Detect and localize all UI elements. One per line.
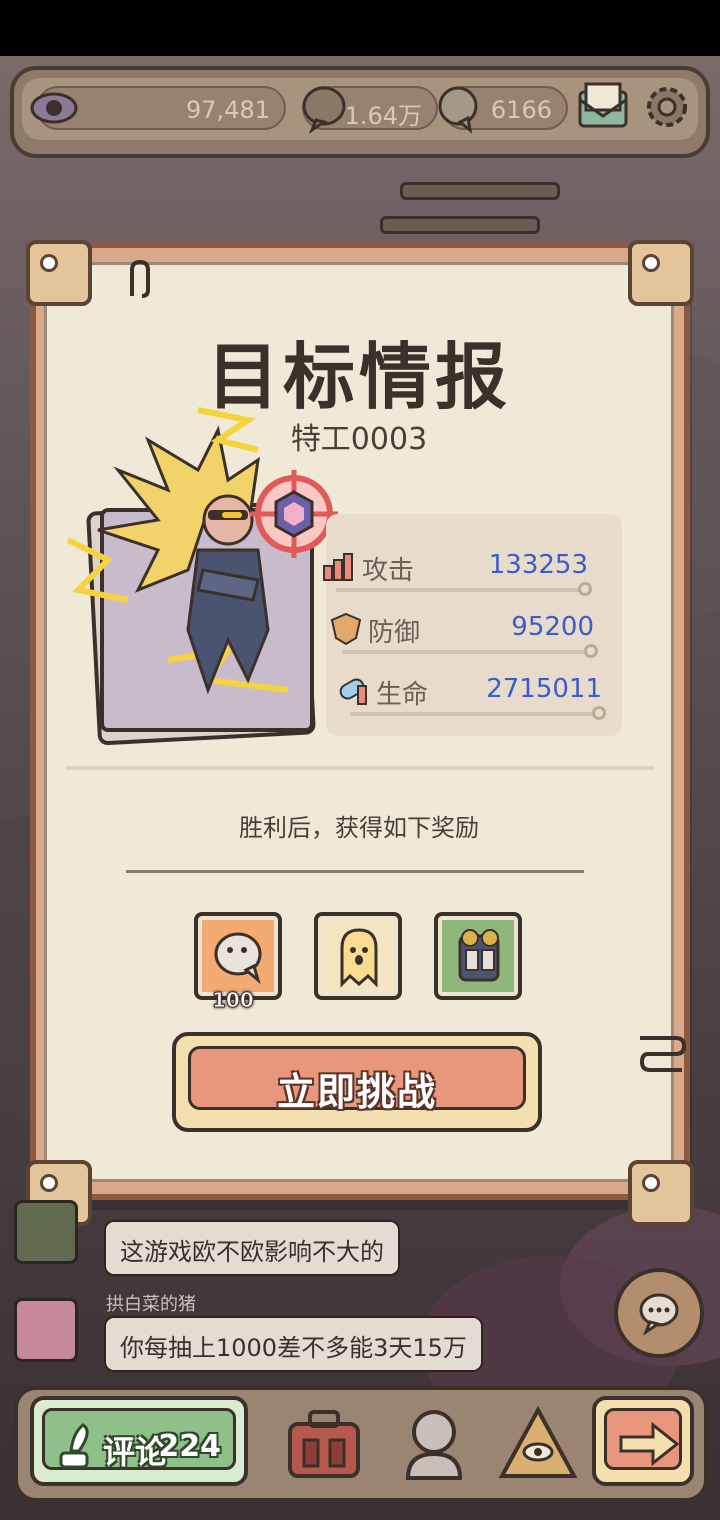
reward-count: 100 (212, 988, 255, 1013)
reward-bubble-currency[interactable]: 100 (194, 912, 282, 1013)
reward-underline (126, 870, 584, 873)
ghost-bubble-icon (438, 86, 478, 134)
panel-corner (26, 240, 92, 306)
briefcase-icon[interactable] (282, 1402, 366, 1486)
ghosts-value: 6166 (490, 96, 552, 124)
speech-bubble-icon (214, 932, 262, 985)
stat-attack: 攻击 133253 (320, 540, 610, 596)
gear-pack-icon (458, 929, 500, 982)
ghost-icon (340, 928, 378, 988)
paperclip-icon (639, 1036, 687, 1072)
next-button[interactable] (592, 1396, 694, 1486)
health-icon (339, 678, 367, 705)
panel-corner (628, 1160, 694, 1226)
chat-icon (639, 1293, 679, 1336)
challenge-button[interactable]: 立即挑战 (172, 1032, 542, 1132)
bust-statue-icon[interactable] (392, 1402, 476, 1486)
panel-corner (628, 240, 694, 306)
stat-value: 95200 (511, 612, 594, 642)
stat-defense: 防御 95200 (326, 602, 616, 658)
chat-message: 你每抽上1000差不多能3天15万 (104, 1316, 483, 1372)
views-value: 97,481 (186, 96, 270, 124)
stat-health: 生命 2715011 (334, 664, 624, 720)
chat-message: 这游戏欧不欧影响不大的 (104, 1220, 400, 1276)
mail-icon[interactable] (574, 78, 632, 136)
chat-button[interactable] (614, 1268, 704, 1358)
gear-icon[interactable] (638, 78, 696, 136)
arrow-right-icon (619, 1421, 680, 1467)
stat-label: 攻击 (362, 556, 415, 586)
stat-label: 防御 (368, 618, 421, 648)
comment-button[interactable]: 评论 224 (30, 1396, 248, 1486)
comment-count: 224 (158, 1429, 221, 1464)
avatar[interactable] (14, 1200, 78, 1264)
reward-title: 胜利后，获得如下奖励 (239, 814, 479, 842)
status-bar (0, 0, 720, 56)
avatar[interactable] (14, 1298, 78, 1362)
stat-label: 生命 (376, 680, 429, 710)
chat-username: 拱白菜的猪 (106, 1294, 196, 1315)
pyramid-eye-icon[interactable] (496, 1402, 580, 1486)
stat-value: 2715011 (486, 674, 602, 704)
reward-ghost-sheet[interactable] (314, 912, 402, 1000)
quill-icon (59, 1423, 89, 1469)
paperclip-icon (130, 259, 150, 298)
speech-bubble-icon (302, 86, 346, 134)
eye-icon (30, 92, 78, 124)
attack-icon (323, 553, 353, 581)
challenge-label: 立即挑战 (276, 1070, 437, 1114)
divider (66, 766, 654, 770)
stat-value: 133253 (488, 550, 588, 580)
reward-gear-pack[interactable] (434, 912, 522, 1000)
defense-icon (330, 612, 362, 646)
bubbles-value: 1.64万 (344, 102, 422, 130)
